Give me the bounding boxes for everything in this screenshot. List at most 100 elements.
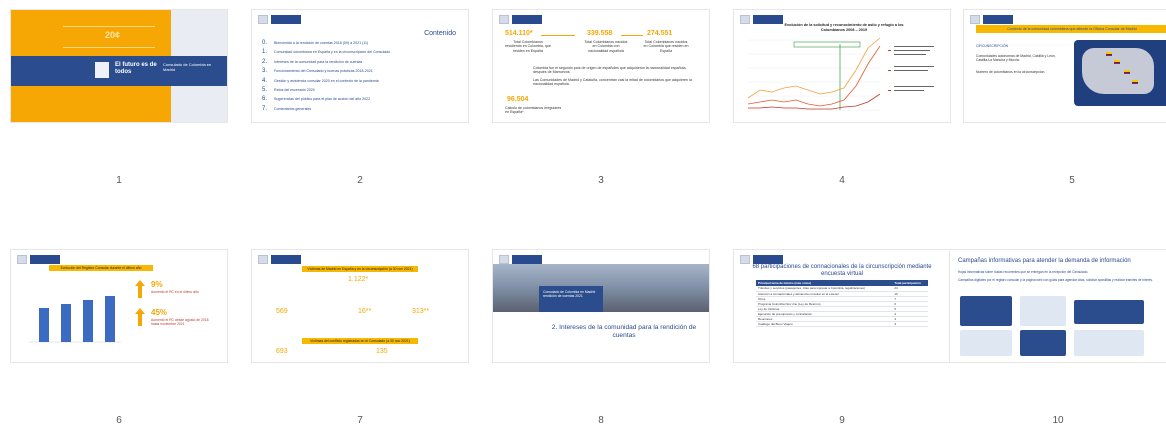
up-arrow-icon [135,308,145,326]
section-title: 2. Intereses de la comunidad para la ren… [551,324,697,339]
flag-icon [1124,70,1130,74]
header-box [271,15,301,24]
logo-icon [499,15,509,24]
bullet-text: Hojas informativas sobre dudas recurrent… [958,270,1089,274]
percent-caption: Aumentó el RC en el último año [151,290,199,294]
stat-value: 96.504 [507,96,529,103]
flag-icon [1114,60,1120,64]
slide-number: 1 [116,175,122,186]
stat-value: 569 [276,308,288,315]
slide-number: 2 [357,175,363,186]
header-box [30,255,60,264]
divider [541,35,575,36]
info-card [960,330,1012,356]
slide-number: 3 [598,175,604,186]
slide-header [258,255,301,264]
slide-number: 4 [839,175,845,186]
up-arrow-icon [135,280,145,298]
bar [83,300,93,342]
slide-number: 9 [839,415,845,426]
office-name: Consulado de Colombia en Madrid [163,62,212,72]
logo-icon [258,15,268,24]
section-title: Víctimas de Madrid en España y en la cir… [302,266,418,272]
stat-value: 514.110* [505,30,533,37]
registry-bar-chart [29,296,121,343]
section-title: Víctimas del conflicto registradas en el… [302,338,418,344]
slide-title: Evolución del Registro Consular durante … [49,265,153,271]
map-land [1082,48,1154,94]
asylum-line-chart [747,37,934,111]
stat-value: 274.551 [647,30,673,37]
slide-title: Contenido [424,30,456,37]
table-row: Catálogo del Buen Viajero 3 [756,321,928,327]
section-label: CIRCUNSCRIPCIÓN [976,44,1009,48]
slide-number: 8 [598,415,604,426]
tagline: El futuro es de todos [115,62,157,75]
survey-table: Principal tema de interés (más votos) To… [756,280,928,327]
list-item: 7. Comentarios generales [262,105,312,112]
info-card [1074,300,1144,324]
logo-icon [740,255,750,264]
header-box [271,255,301,264]
header-box [512,15,542,24]
coat-of-arms-icon [95,62,109,78]
body-text: Comunidades autónomas de Madrid, Castill… [976,54,1056,63]
logo-icon [740,15,750,24]
info-card [1020,330,1066,356]
logo-icon [499,255,509,264]
bar [105,296,115,342]
slide-number: 10 [1052,415,1064,426]
slide-header [970,15,1013,24]
slide-thumbnail[interactable]: 514.110* 339.558 274.551 Total Colombian… [493,10,709,122]
stat-value: 339.558 [587,30,613,37]
slide-title: 68 participaciones de connacionales de l… [752,264,932,277]
logo-icon [17,255,27,264]
slide-header [499,255,542,264]
contents-list: 0. Bienvenida a la rendición de cuentas 2… [262,40,458,115]
slide-thumbnail[interactable]: Contenido 0. Bienvenida a la rendición de… [252,10,468,122]
slide-thumbnail[interactable]: 68 participaciones de connacionales de l… [734,250,950,362]
slide-thumbnail[interactable]: Consulado de Colombia en Madrid rendició… [493,250,709,362]
slide-thumbnail[interactable]: Evolución del Registro Consular durante … [11,250,227,362]
slide-number: 5 [1069,175,1075,186]
list-item: 2. Intereses de la comunidad para la rend… [262,58,363,65]
bar [61,304,71,342]
list-item: 4. Gestión y asistencia consular 2020 en … [262,77,379,84]
slide-header [740,255,783,264]
percent-value: 45% [151,308,168,317]
slide-thumbnail[interactable]: Víctimas de Madrid en España y en la cir… [252,250,468,362]
slide-thumbnail[interactable]: Evolución de la solicitud y reconocimien… [734,10,950,122]
bullet-text: Campañas digitales por el registro consu… [958,278,1153,282]
bar [39,308,49,342]
annotation-box [793,41,861,48]
title-strip: El futuro es de todos Consulado de Colom… [11,56,227,86]
stat-value: 16** [358,308,372,315]
logo-icon [970,15,980,24]
slide-thumbnail[interactable]: Contexto de la comunidad colombiana que … [964,10,1166,122]
slide-title: Campañas informativas para atender la de… [958,258,1131,264]
list-item: 0. Bienvenida a la rendición de cuentas 2… [262,40,369,46]
stat-value: 693 [276,348,288,355]
slide-header [17,255,60,264]
slide-thumbnail[interactable]: 20¢ El futuro es de todos Consulado de C… [11,10,227,122]
header-box [753,255,783,264]
list-item: 6. Sugerencias del público para el plan d… [262,96,371,103]
note-text: Colombia fue el segundo país de origen d… [533,66,687,75]
divider [621,35,643,36]
list-item: 5. Retos del escenario 2020 [262,86,315,93]
header-box [983,15,1013,24]
slide-header [258,15,301,24]
header-box [512,255,542,264]
slide-header [499,15,542,24]
list-item: 3. Funcionamiento del Consulado y buenas … [262,68,373,75]
info-card [960,296,1012,326]
stat-value: 313** [412,308,430,315]
stat-caption: Total Colombianos nacidos en Colombia co… [584,40,628,53]
series-line [747,45,881,107]
info-card [1020,296,1066,326]
body-text: Número de colombianos en la circunscripc… [976,70,1046,74]
percent-value: 9% [151,280,163,289]
stat-value: 1.122* [348,276,369,283]
spain-map [1074,40,1166,106]
slide-thumbnail[interactable]: Campañas informativas para atender la de… [950,250,1166,362]
